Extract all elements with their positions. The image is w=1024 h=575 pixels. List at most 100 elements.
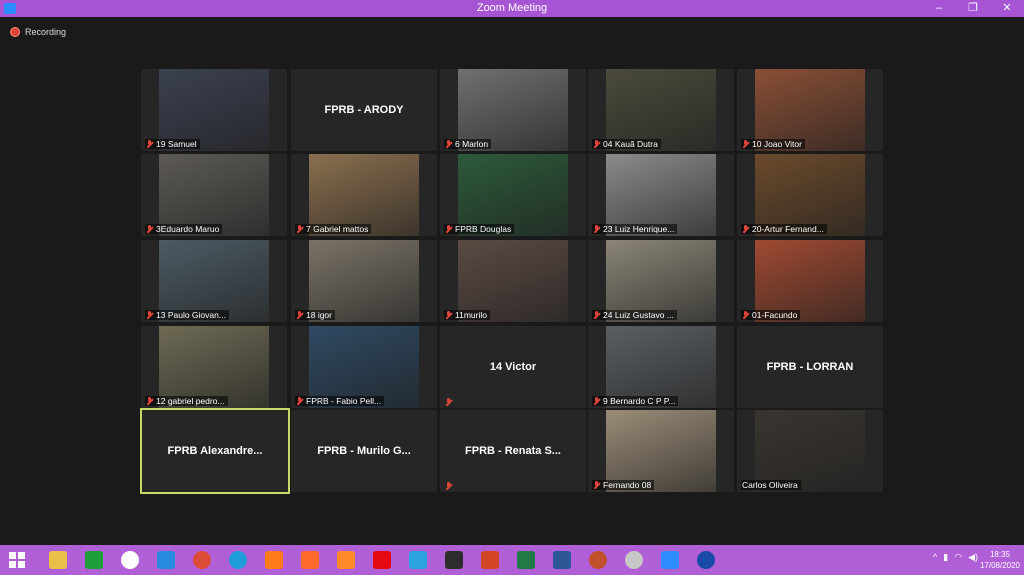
participant-tile[interactable]: 11murilo xyxy=(440,240,586,322)
edge-icon-glyph xyxy=(229,551,247,569)
hp-icon[interactable] xyxy=(112,547,148,573)
participant-name: 10 Joao Vitor xyxy=(752,139,802,149)
muted-mic-icon xyxy=(296,311,303,319)
participant-tile[interactable]: FPRB - ARODY xyxy=(291,69,437,151)
close-button[interactable]: ✕ xyxy=(990,0,1024,17)
participant-tile[interactable]: FPRB - Fabio Pell... xyxy=(291,326,437,408)
participant-name: 19 Samuel xyxy=(156,139,197,149)
participant-name: 3Eduardo Maruo xyxy=(156,224,220,234)
help-icon[interactable] xyxy=(688,547,724,573)
store-icon[interactable] xyxy=(76,547,112,573)
store-icon-glyph xyxy=(85,551,103,569)
participant-name-label: 12 gabriel pedro... xyxy=(145,396,228,406)
participant-name: 12 gabriel pedro... xyxy=(156,396,225,406)
avast-icon[interactable] xyxy=(256,547,292,573)
orange-app-icon[interactable] xyxy=(328,547,364,573)
participant-tile[interactable]: FPRB - Murilo G... xyxy=(291,410,437,492)
system-tray[interactable]: ^ ▮ ◠ ◀) xyxy=(933,552,978,563)
chrome-icon-glyph xyxy=(193,551,211,569)
windows-logo-icon xyxy=(9,552,25,568)
participant-tile[interactable]: 23 Luiz Henrique... xyxy=(588,154,734,236)
participant-name-label: 3Eduardo Maruo xyxy=(145,224,223,234)
participant-tile[interactable]: 3Eduardo Maruo xyxy=(141,154,287,236)
participant-tile[interactable]: FPRB - LORRAN xyxy=(737,326,883,408)
internet-explorer-icon[interactable] xyxy=(148,547,184,573)
help-icon-glyph xyxy=(697,551,715,569)
globe-app-icon[interactable] xyxy=(616,547,652,573)
taskbar-clock[interactable]: 18:35 17/08/2020 xyxy=(980,549,1020,571)
participant-tile[interactable]: 10 Joao Vitor xyxy=(737,69,883,151)
participant-tile[interactable]: FPRB Douglas xyxy=(440,154,586,236)
powerpoint-icon-glyph xyxy=(481,551,499,569)
audio-app-icon[interactable] xyxy=(436,547,472,573)
zoom-icon[interactable] xyxy=(652,547,688,573)
participant-tile[interactable]: 6 Marlon xyxy=(440,69,586,151)
rocket-app-icon[interactable] xyxy=(292,547,328,573)
windows-taskbar: ^ ▮ ◠ ◀) 18:35 17/08/2020 xyxy=(0,545,1024,575)
participant-name: FPRB - ARODY xyxy=(324,104,404,116)
participant-tile[interactable]: Fernando 08 xyxy=(588,410,734,492)
participant-tile[interactable]: 12 gabriel pedro... xyxy=(141,326,287,408)
network-icon[interactable]: ▮ xyxy=(943,552,948,563)
netflix-icon[interactable] xyxy=(364,547,400,573)
participant-name-label: 10 Joao Vitor xyxy=(741,139,805,149)
participant-tile[interactable]: 01-Facundo xyxy=(737,240,883,322)
start-button[interactable] xyxy=(0,545,34,575)
participant-tile[interactable]: 7 Gabriel mattos xyxy=(291,154,437,236)
participant-name: FPRB Douglas xyxy=(455,224,512,234)
excel-icon[interactable] xyxy=(508,547,544,573)
clock-time: 18:35 xyxy=(989,550,1010,559)
powerpoint-icon[interactable] xyxy=(472,547,508,573)
participant-name-label: FPRB - Fabio Pell... xyxy=(295,396,385,406)
avast-icon-glyph xyxy=(265,551,283,569)
muted-mic-icon xyxy=(593,397,600,405)
muted-mic-icon xyxy=(146,397,153,405)
participant-tile[interactable]: 14 Victor xyxy=(440,326,586,408)
participant-tile[interactable]: 13 Paulo Giovan... xyxy=(141,240,287,322)
participant-name: FPRB - Murilo G... xyxy=(317,445,411,457)
excel-icon-glyph xyxy=(517,551,535,569)
participant-tile[interactable]: FPRB - Renata S... xyxy=(440,410,586,492)
participant-tile[interactable]: Carlos Oliveira xyxy=(737,410,883,492)
title-bar: Zoom Meeting – ❐ ✕ xyxy=(0,0,1024,17)
participant-tile[interactable]: 18 igor xyxy=(291,240,437,322)
restore-button[interactable]: ❐ xyxy=(956,0,990,17)
window-title: Zoom Meeting xyxy=(476,2,548,14)
participant-tile[interactable]: 04 Kauã Dutra xyxy=(588,69,734,151)
minimize-button[interactable]: – xyxy=(922,0,956,17)
edge-icon[interactable] xyxy=(220,547,256,573)
participant-name: 13 Paulo Giovan... xyxy=(156,310,226,320)
participant-tile[interactable]: 19 Samuel xyxy=(141,69,287,151)
participant-tile[interactable]: 20-Artur Fernand... xyxy=(737,154,883,236)
recording-indicator[interactable]: Recording xyxy=(10,27,66,37)
audio-app-icon-glyph xyxy=(445,551,463,569)
ball-app-icon[interactable] xyxy=(580,547,616,573)
chevron-up-icon[interactable]: ^ xyxy=(933,552,937,563)
participant-name-label: 19 Samuel xyxy=(145,139,200,149)
clock-date: 17/08/2020 xyxy=(979,561,1020,570)
wifi-icon[interactable]: ◠ xyxy=(954,552,962,563)
participant-name-label: 01-Facundo xyxy=(741,310,801,320)
participant-name: 20-Artur Fernand... xyxy=(752,224,824,234)
chrome-icon[interactable] xyxy=(184,547,220,573)
muted-mic-icon xyxy=(146,140,153,148)
participant-name: 23 Luiz Henrique... xyxy=(603,224,675,234)
file-explorer-icon[interactable] xyxy=(40,547,76,573)
record-dot-icon xyxy=(10,27,20,37)
participant-name-label: 24 Luiz Gustavo ... xyxy=(592,310,677,320)
word-icon[interactable] xyxy=(544,547,580,573)
gallery-grid: 19 Samuel FPRB - ARODY 6 Marlon 04 Kauã Dut… xyxy=(140,69,883,495)
participant-tile[interactable]: 9 Bernardo C P P... xyxy=(588,326,734,408)
netflix-icon-glyph xyxy=(373,551,391,569)
participant-name: 11murilo xyxy=(455,310,487,320)
participant-name: 18 igor xyxy=(306,310,332,320)
telegram-icon[interactable] xyxy=(400,547,436,573)
participant-name: 01-Facundo xyxy=(752,310,798,320)
participant-tile[interactable]: FPRB Alexandre... xyxy=(140,408,290,494)
participant-status xyxy=(444,482,455,490)
participant-name-label: 20-Artur Fernand... xyxy=(741,224,827,234)
volume-icon[interactable]: ◀) xyxy=(968,552,978,563)
participant-tile[interactable]: 24 Luiz Gustavo ... xyxy=(588,240,734,322)
muted-mic-icon xyxy=(445,482,452,490)
file-explorer-icon-glyph xyxy=(49,551,67,569)
